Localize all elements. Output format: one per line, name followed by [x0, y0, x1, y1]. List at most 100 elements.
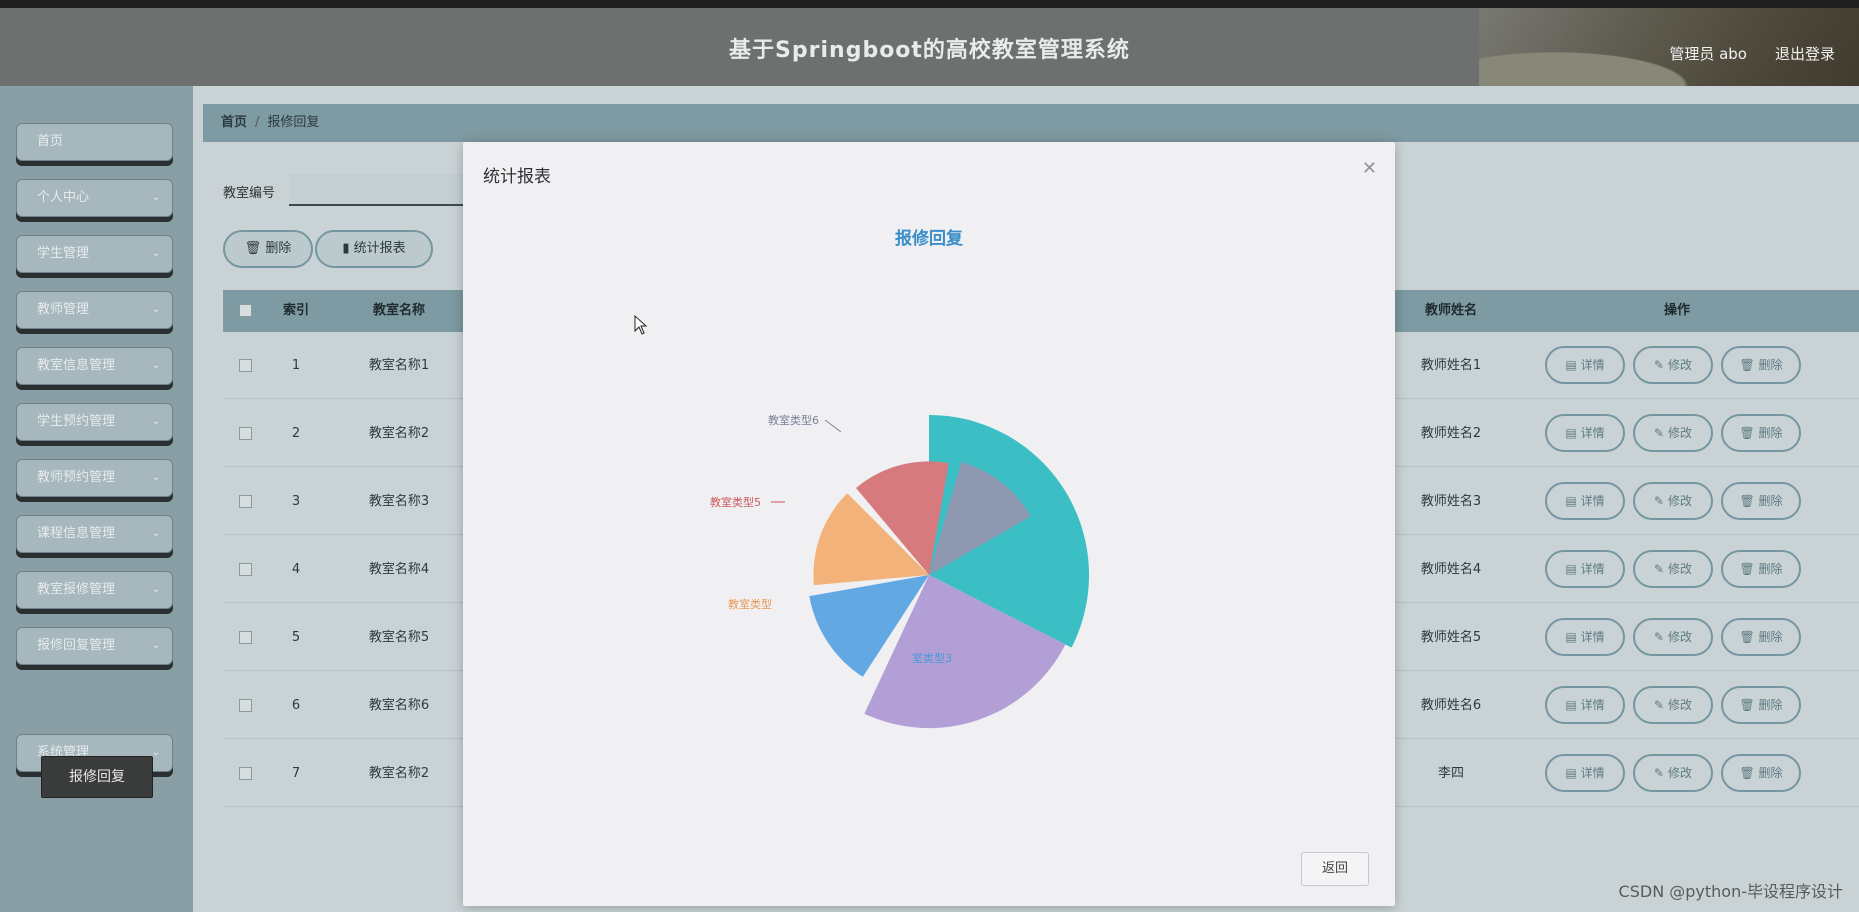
- trash-icon: 🗑: [1739, 358, 1755, 372]
- delete-button[interactable]: 🗑 删除: [1721, 754, 1801, 792]
- cell-teacher-name: 李四: [1437, 766, 1464, 781]
- pencil-icon: ✎: [1654, 358, 1665, 372]
- cell-teacher-name: 教师姓名5: [1420, 630, 1482, 645]
- delete-button[interactable]: 🗑 删除: [1721, 482, 1801, 520]
- header-index: 索引: [282, 303, 309, 318]
- sidebar-item-8[interactable]: 教室报修管理 ⌄: [16, 571, 173, 609]
- chevron-down-icon: ⌄: [151, 584, 160, 595]
- breadcrumb: 首页 / 报修回复: [203, 104, 1859, 142]
- cell-index: 3: [291, 494, 301, 509]
- cell-room-name: 教室名称6: [368, 698, 430, 713]
- sidebar-item-6[interactable]: 教师预约管理 ⌄: [16, 459, 173, 497]
- row-checkbox[interactable]: [239, 631, 252, 644]
- edit-button[interactable]: ✎ 修改: [1633, 414, 1713, 452]
- sidebar-item-7[interactable]: 课程信息管理 ⌄: [16, 515, 173, 553]
- sidebar-item-9[interactable]: 报修回复管理 ⌄: [16, 627, 173, 665]
- sidebar: 首页 个人中心 ⌄ 学生管理 ⌄ 教师管理 ⌄ 教室信息管理 ⌄ 学生预约管理 ⌄ 教师预约管理 ⌄ 课程…: [0, 86, 193, 912]
- edit-button[interactable]: ✎ 修改: [1633, 754, 1713, 792]
- batch-delete-button[interactable]: 🗑 删除: [223, 230, 313, 268]
- sidebar-item-5[interactable]: 学生预约管理 ⌄: [16, 403, 173, 441]
- row-checkbox[interactable]: [239, 699, 252, 712]
- current-user: 管理员 abo: [1669, 45, 1747, 63]
- chevron-down-icon: ⌄: [151, 360, 160, 371]
- header-teacher-name: 教师姓名: [1424, 303, 1477, 318]
- chevron-down-icon: ⌄: [151, 640, 160, 651]
- document-icon: ▤: [1565, 698, 1577, 712]
- sidebar-item-2[interactable]: 学生管理 ⌄: [16, 235, 173, 273]
- trash-icon: 🗑: [1739, 766, 1755, 780]
- select-all-checkbox[interactable]: [239, 304, 252, 317]
- edit-button[interactable]: ✎ 修改: [1633, 618, 1713, 656]
- detail-button[interactable]: ▤ 详情: [1545, 482, 1625, 520]
- trash-icon: 🗑: [1739, 630, 1755, 644]
- sidebar-item-label: 课程信息管理: [37, 526, 116, 541]
- back-button[interactable]: 返回: [1301, 852, 1369, 886]
- document-icon: ▤: [1565, 562, 1577, 576]
- row-checkbox[interactable]: [239, 495, 252, 508]
- pencil-icon: ✎: [1654, 426, 1665, 440]
- slice-label: 室类型3: [912, 651, 952, 665]
- detail-button[interactable]: ▤ 详情: [1545, 414, 1625, 452]
- delete-button[interactable]: 🗑 删除: [1721, 346, 1801, 384]
- pie-chart: 教室类型6 教室类型5 教室类型室类型3: [710, 413, 1089, 729]
- cell-index: 2: [291, 426, 301, 441]
- breadcrumb-home[interactable]: 首页: [221, 115, 247, 130]
- cell-teacher-name: 教师姓名4: [1420, 562, 1482, 577]
- top-header: 基于Springboot的高校教室管理系统 管理员 abo 退出登录: [0, 0, 1859, 86]
- row-checkbox[interactable]: [239, 563, 252, 576]
- cell-room-name: 教室名称1: [368, 358, 430, 373]
- sidebar-item-4[interactable]: 教室信息管理 ⌄: [16, 347, 173, 385]
- breadcrumb-current: 报修回复: [267, 115, 320, 130]
- row-checkbox[interactable]: [239, 359, 252, 372]
- pencil-icon: ✎: [1654, 766, 1665, 780]
- sidebar-item-3[interactable]: 教师管理 ⌄: [16, 291, 173, 329]
- cell-index: 6: [291, 698, 301, 713]
- logout-link[interactable]: 退出登录: [1775, 43, 1835, 64]
- detail-button[interactable]: ▤ 详情: [1545, 686, 1625, 724]
- cell-index: 5: [291, 630, 301, 645]
- edit-button[interactable]: ✎ 修改: [1633, 482, 1713, 520]
- edit-button[interactable]: ✎ 修改: [1633, 346, 1713, 384]
- watermark: CSDN @python-毕设程序设计: [1618, 882, 1843, 901]
- detail-button[interactable]: ▤ 详情: [1545, 550, 1625, 588]
- detail-button[interactable]: ▤ 详情: [1545, 754, 1625, 792]
- sidebar-item-0[interactable]: 首页: [16, 123, 173, 161]
- chevron-down-icon: ⌄: [151, 304, 160, 315]
- pencil-icon: ✎: [1654, 494, 1665, 508]
- row-checkbox[interactable]: [239, 767, 252, 780]
- slice-label: 教室类型: [728, 597, 772, 611]
- cell-room-name: 教室名称2: [368, 766, 430, 781]
- document-icon: ▤: [1565, 630, 1577, 644]
- sidebar-item-label: 报修回复管理: [37, 638, 116, 653]
- detail-button[interactable]: ▤ 详情: [1545, 618, 1625, 656]
- sidebar-item-1[interactable]: 个人中心 ⌄: [16, 179, 173, 217]
- sidebar-subitem-repair-reply[interactable]: 报修回复: [41, 756, 153, 798]
- delete-button[interactable]: 🗑 删除: [1721, 686, 1801, 724]
- cell-room-name: 教室名称4: [368, 562, 430, 577]
- search-label: 教室编号: [223, 186, 276, 201]
- stats-report-button[interactable]: ▮ 统计报表: [315, 230, 433, 268]
- delete-button[interactable]: 🗑 删除: [1721, 618, 1801, 656]
- cell-teacher-name: 教师姓名6: [1420, 698, 1482, 713]
- trash-icon: 🗑: [1739, 494, 1755, 508]
- delete-button[interactable]: 🗑 删除: [1721, 550, 1801, 588]
- document-icon: ▤: [1565, 426, 1577, 440]
- slice-label: 教室类型6: [768, 413, 819, 427]
- pencil-icon: ✎: [1654, 630, 1665, 644]
- delete-button[interactable]: 🗑 删除: [1721, 414, 1801, 452]
- chevron-down-icon: ⌄: [151, 248, 160, 259]
- cell-room-name: 教室名称3: [368, 494, 430, 509]
- chevron-down-icon: ⌄: [151, 416, 160, 427]
- cell-teacher-name: 教师姓名1: [1420, 358, 1482, 373]
- mouse-cursor-icon: [634, 315, 648, 335]
- cell-room-name: 教室名称5: [368, 630, 430, 645]
- detail-button[interactable]: ▤ 详情: [1545, 346, 1625, 384]
- edit-button[interactable]: ✎ 修改: [1633, 550, 1713, 588]
- label-leader-line: [824, 419, 842, 433]
- sidebar-item-label: 教师预约管理: [37, 470, 116, 485]
- bar-chart-icon: ▮: [342, 241, 350, 256]
- cell-index: 1: [291, 358, 301, 373]
- edit-button[interactable]: ✎ 修改: [1633, 686, 1713, 724]
- row-checkbox[interactable]: [239, 427, 252, 440]
- sidebar-item-label: 教室信息管理: [37, 358, 116, 373]
